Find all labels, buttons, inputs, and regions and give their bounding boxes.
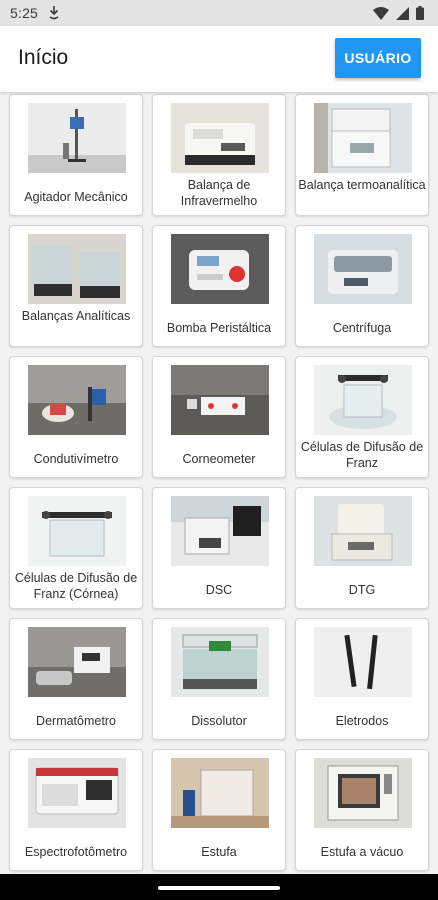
equipment-photo [314, 234, 412, 304]
equipment-label: Corneometer [182, 452, 256, 466]
equipment-card[interactable]: Centrífuga [295, 225, 429, 347]
equipment-card[interactable]: Balança termoanalítica [295, 94, 429, 216]
equipment-card[interactable]: Células de Difusão de Franz [295, 356, 429, 478]
equipment-grid: Agitador Mecânico Balança de Infravermelh… [9, 94, 429, 871]
page-title: Início [18, 46, 69, 69]
equipment-label: Bomba Peristáltica [166, 321, 272, 335]
equipment-photo [171, 496, 269, 566]
equipment-photo [314, 103, 412, 173]
equipment-photo [314, 365, 412, 435]
equipment-card[interactable]: Espectrofotômetro [9, 749, 143, 871]
equipment-photo [171, 234, 269, 304]
equipment-label: Células de Difusão de Franz [300, 440, 424, 470]
equipment-card[interactable]: Estufa a vácuo [295, 749, 429, 871]
download-notification-icon [49, 6, 59, 20]
equipment-label: DSC [205, 583, 233, 597]
equipment-photo [171, 758, 269, 828]
equipment-card[interactable]: Agitador Mecânico [9, 94, 143, 216]
equipment-label: Estufa [201, 845, 237, 859]
equipment-card[interactable]: Condutivímetro [9, 356, 143, 478]
equipment-card[interactable]: Eletrodos [295, 618, 429, 740]
status-time: 5:25 [10, 5, 39, 21]
equipment-photo [28, 103, 126, 173]
equipment-card[interactable]: Corneometer [152, 356, 286, 478]
equipment-card[interactable]: DSC [152, 487, 286, 609]
equipment-label: Centrífuga [332, 321, 392, 335]
equipment-card[interactable]: Bomba Peristáltica [152, 225, 286, 347]
app-bar: Início USUÁRIO [0, 26, 438, 92]
equipment-label: Dissolutor [191, 714, 247, 728]
equipment-label: Espectrofotômetro [24, 845, 128, 859]
equipment-photo [28, 496, 126, 566]
equipment-card[interactable]: Dermatômetro [9, 618, 143, 740]
equipment-label: Células de Difusão de Franz (Córnea) [14, 571, 138, 601]
wifi-icon [373, 6, 389, 20]
equipment-list[interactable]: Agitador Mecânico Balança de Infravermelh… [0, 92, 438, 874]
equipment-label: Condutivímetro [33, 452, 119, 466]
home-gesture-bar[interactable] [158, 886, 280, 890]
user-button[interactable]: USUÁRIO [335, 38, 421, 78]
equipment-label: Dermatômetro [36, 714, 116, 728]
equipment-photo [28, 627, 126, 697]
equipment-photo [314, 496, 412, 566]
equipment-label: Eletrodos [335, 714, 389, 728]
equipment-card[interactable]: Estufa [152, 749, 286, 871]
equipment-card[interactable]: DTG [295, 487, 429, 609]
equipment-label: Balanças Analíticas [21, 309, 131, 323]
equipment-photo [28, 365, 126, 435]
equipment-label: Balança de Infravermelho [180, 178, 258, 208]
equipment-card[interactable]: Células de Difusão de Franz (Córnea) [9, 487, 143, 609]
equipment-photo [314, 627, 412, 697]
equipment-photo [28, 758, 126, 828]
signal-icon [396, 6, 409, 20]
battery-icon [416, 6, 424, 20]
equipment-photo [28, 234, 126, 304]
navigation-bar [0, 874, 438, 900]
equipment-label: Agitador Mecânico [24, 190, 128, 204]
equipment-card[interactable]: Dissolutor [152, 618, 286, 740]
equipment-label: Estufa a vácuo [320, 845, 404, 859]
equipment-photo [171, 627, 269, 697]
equipment-card[interactable]: Balanças Analíticas [9, 225, 143, 347]
equipment-label: DTG [348, 583, 376, 597]
equipment-label: Balança termoanalítica [298, 178, 426, 192]
equipment-photo [171, 103, 269, 173]
equipment-card[interactable]: Balança de Infravermelho [152, 94, 286, 216]
status-bar: 5:25 [0, 0, 438, 26]
equipment-photo [171, 365, 269, 435]
equipment-photo [314, 758, 412, 828]
